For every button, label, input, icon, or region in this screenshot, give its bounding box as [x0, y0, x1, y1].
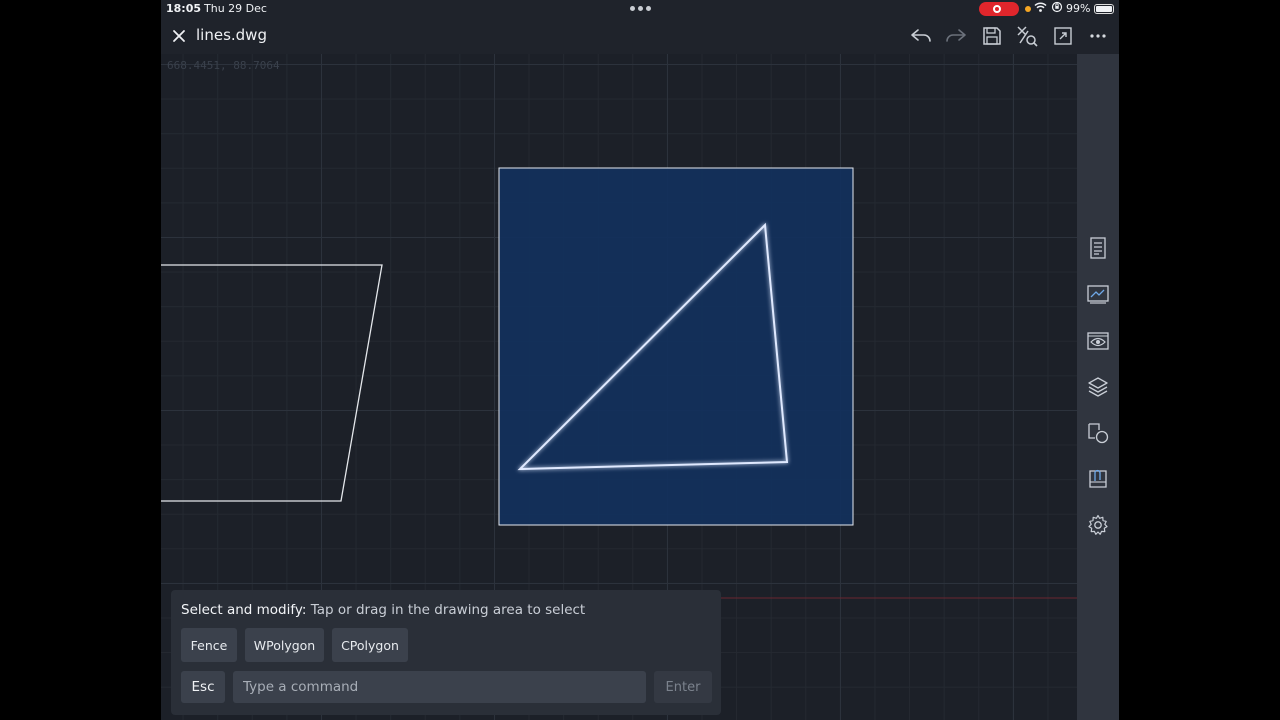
- screen-recording-icon[interactable]: [979, 2, 1019, 16]
- command-instructions: Tap or drag in the drawing area to selec…: [306, 602, 586, 618]
- command-input[interactable]: [233, 671, 646, 703]
- attachments-button[interactable]: [1086, 467, 1110, 491]
- undo-icon: [911, 29, 931, 42]
- title-bar: lines.dwg: [161, 18, 1119, 54]
- properties-icon: [1090, 237, 1106, 259]
- gear-icon: [1088, 514, 1108, 535]
- trim-search-icon: [1017, 26, 1038, 47]
- enter-button[interactable]: Enter: [654, 671, 712, 703]
- eye-icon: [1087, 332, 1109, 350]
- layouts-icon: [1087, 285, 1109, 304]
- trapezoid-shape[interactable]: [161, 264, 383, 502]
- cpolygon-option-button[interactable]: CPolygon: [332, 628, 408, 662]
- paperclip-icon: [1089, 469, 1107, 488]
- orientation-lock-icon: [1051, 1, 1063, 13]
- more-icon: [1090, 34, 1106, 38]
- view-button[interactable]: [1086, 329, 1110, 353]
- trim-search-button[interactable]: [1015, 24, 1039, 48]
- layers-icon: [1088, 377, 1108, 397]
- fullscreen-button[interactable]: [1051, 24, 1075, 48]
- selection-window[interactable]: [498, 167, 854, 526]
- layouts-button[interactable]: [1086, 282, 1110, 306]
- wpolygon-option-button[interactable]: WPolygon: [245, 628, 324, 662]
- undo-button[interactable]: [909, 24, 933, 48]
- settings-button[interactable]: [1086, 513, 1110, 537]
- layers-button[interactable]: [1086, 375, 1110, 399]
- file-title: lines.dwg: [196, 26, 267, 44]
- wifi-icon: [1034, 2, 1047, 12]
- fence-option-button[interactable]: Fence: [181, 628, 237, 662]
- battery-percentage: 99%: [1066, 2, 1091, 15]
- escape-button[interactable]: Esc: [181, 671, 225, 703]
- expand-icon: [1054, 27, 1072, 45]
- battery-icon: [1094, 4, 1114, 14]
- properties-button[interactable]: [1086, 236, 1110, 260]
- status-bar: 18:05 Thu 29 Dec 99%: [161, 0, 1119, 18]
- close-button[interactable]: [169, 26, 189, 46]
- more-options-button[interactable]: [1086, 24, 1110, 48]
- blocks-icon: [1088, 423, 1109, 444]
- save-button[interactable]: [980, 24, 1004, 48]
- redo-button[interactable]: [944, 24, 968, 48]
- status-date: Thu 29 Dec: [204, 2, 267, 15]
- command-prompt: Select and modify: Tap or drag in the dr…: [181, 602, 585, 618]
- multitasking-dots-icon[interactable]: [630, 6, 651, 11]
- status-time: 18:05: [166, 2, 202, 15]
- command-panel: Select and modify: Tap or drag in the dr…: [171, 590, 721, 715]
- save-icon: [983, 27, 1001, 45]
- blocks-button[interactable]: [1086, 421, 1110, 445]
- tool-palette: [1077, 54, 1119, 720]
- command-name: Select and modify:: [181, 602, 307, 618]
- close-icon: [173, 30, 185, 42]
- microphone-indicator-icon: [1025, 6, 1031, 12]
- redo-icon: [946, 29, 966, 42]
- autocad-app: 18:05 Thu 29 Dec 99% lines.dwg 668.4451,…: [161, 0, 1119, 720]
